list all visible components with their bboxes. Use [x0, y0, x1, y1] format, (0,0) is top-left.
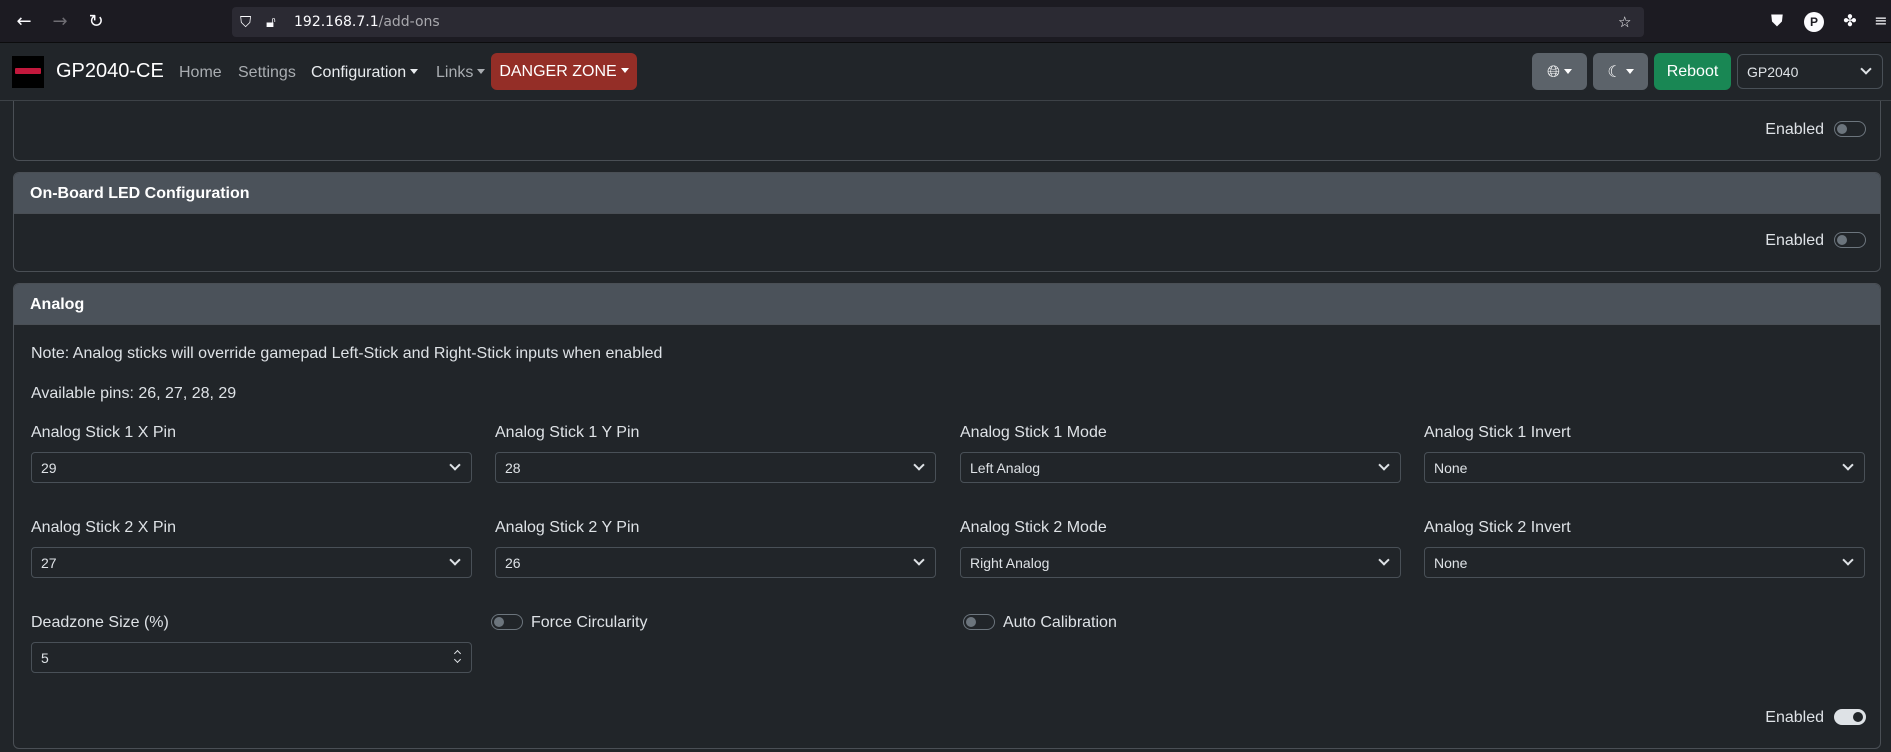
enabled-toggle[interactable] — [1834, 232, 1866, 248]
extensions-icon[interactable]: ✤ — [1839, 10, 1861, 32]
analog-card: Analog Note: Analog sticks will override… — [13, 283, 1881, 749]
nav-settings[interactable]: Settings — [238, 64, 296, 82]
browser-toolbar: ← → ↻ ⛉ 🔓︎ 192.168.7.1/add-ons ☆ ⛊ P ✤ ≡ — [0, 0, 1891, 43]
bookmark-star-icon[interactable]: ☆ — [1618, 13, 1631, 31]
language-button[interactable]: 🌐︎ — [1532, 53, 1587, 90]
chevron-down-icon — [410, 69, 419, 74]
gp2040-logo[interactable] — [12, 56, 44, 88]
enabled-toggle[interactable] — [1834, 121, 1866, 137]
shield-icon[interactable]: ⛉ — [240, 13, 251, 31]
stick1-y-label: Analog Stick 1 Y Pin — [495, 424, 640, 441]
nav-links[interactable]: Links — [436, 64, 486, 82]
url-text[interactable]: 192.168.7.1/add-ons — [294, 14, 440, 30]
stick1-x-label: Analog Stick 1 X Pin — [31, 424, 176, 441]
onboard-led-card: On-Board LED Configuration Enabled — [13, 172, 1881, 272]
stick1-x-pin-select[interactable]: 29 — [31, 452, 472, 483]
globe-icon: 🌐︎ — [1547, 62, 1560, 81]
stick2-invert-label: Analog Stick 2 Invert — [1424, 519, 1571, 536]
chevron-down-icon — [1378, 459, 1390, 471]
app-navbar: GP2040-CE Home Settings Configuration Li… — [0, 44, 1891, 101]
nav-home[interactable]: Home — [179, 64, 222, 82]
enabled-switch[interactable]: Enabled — [1765, 709, 1866, 727]
chevron-down-icon — [913, 459, 925, 471]
stick1-invert-select[interactable]: None — [1424, 452, 1865, 483]
board-select[interactable]: GP2040 — [1737, 54, 1883, 89]
insecure-lock-icon[interactable]: 🔓︎ — [266, 13, 276, 31]
stick2-y-pin-select[interactable]: 26 — [495, 547, 936, 578]
analog-note: Note: Analog sticks will override gamepa… — [31, 345, 663, 362]
moon-icon: ☾ — [1607, 62, 1622, 81]
menu-icon[interactable]: ≡ — [1870, 10, 1891, 32]
stick2-y-label: Analog Stick 2 Y Pin — [495, 519, 640, 536]
theme-button[interactable]: ☾ — [1593, 53, 1648, 90]
force-circularity-toggle[interactable] — [491, 614, 523, 630]
reboot-button[interactable]: Reboot — [1654, 53, 1731, 90]
back-icon[interactable]: ← — [12, 10, 36, 34]
stick1-y-pin-select[interactable]: 28 — [495, 452, 936, 483]
stick2-x-label: Analog Stick 2 X Pin — [31, 519, 176, 536]
auto-calibration-toggle[interactable] — [963, 614, 995, 630]
chevron-down-icon — [620, 68, 629, 73]
stick1-invert-label: Analog Stick 1 Invert — [1424, 424, 1571, 441]
chevron-down-icon — [1842, 459, 1854, 471]
enabled-switch[interactable]: Enabled — [1765, 121, 1866, 139]
enabled-toggle[interactable] — [1834, 709, 1866, 725]
pocket-icon[interactable]: ⛊ — [1766, 10, 1788, 32]
stick2-mode-select[interactable]: Right Analog — [960, 547, 1401, 578]
force-circularity-switch[interactable]: Force Circularity — [491, 614, 647, 632]
chevron-down-icon — [1842, 554, 1854, 566]
chevron-down-icon — [449, 459, 461, 471]
chevron-down-icon — [1378, 554, 1390, 566]
account-avatar[interactable]: P — [1804, 12, 1824, 32]
enabled-switch[interactable]: Enabled — [1765, 232, 1866, 250]
chevron-down-icon — [449, 554, 461, 566]
forward-icon[interactable]: → — [48, 10, 72, 34]
brand-name[interactable]: GP2040-CE — [56, 60, 164, 83]
reload-icon[interactable]: ↻ — [84, 10, 108, 34]
danger-zone-button[interactable]: DANGER ZONE — [491, 53, 637, 90]
stick1-mode-label: Analog Stick 1 Mode — [960, 424, 1107, 441]
stick2-invert-select[interactable]: None — [1424, 547, 1865, 578]
stick2-x-pin-select[interactable]: 27 — [31, 547, 472, 578]
chevron-down-icon — [913, 554, 925, 566]
addon-card-partial: Enabled — [13, 101, 1881, 161]
card-title: On-Board LED Configuration — [14, 173, 1880, 214]
auto-calibration-switch[interactable]: Auto Calibration — [963, 614, 1117, 632]
nav-configuration[interactable]: Configuration — [311, 64, 419, 82]
deadzone-input[interactable]: 5 — [31, 642, 472, 673]
available-pins: Available pins: 26, 27, 28, 29 — [31, 385, 237, 402]
chevron-down-icon — [1860, 63, 1872, 75]
address-bar[interactable]: ⛉ 🔓︎ 192.168.7.1/add-ons ☆ — [232, 7, 1644, 37]
deadzone-label: Deadzone Size (%) — [31, 614, 169, 631]
spinner-arrows-icon[interactable] — [454, 650, 462, 664]
stick2-mode-label: Analog Stick 2 Mode — [960, 519, 1107, 536]
card-title: Analog — [14, 284, 1880, 325]
chevron-down-icon — [477, 69, 486, 74]
stick1-mode-select[interactable]: Left Analog — [960, 452, 1401, 483]
